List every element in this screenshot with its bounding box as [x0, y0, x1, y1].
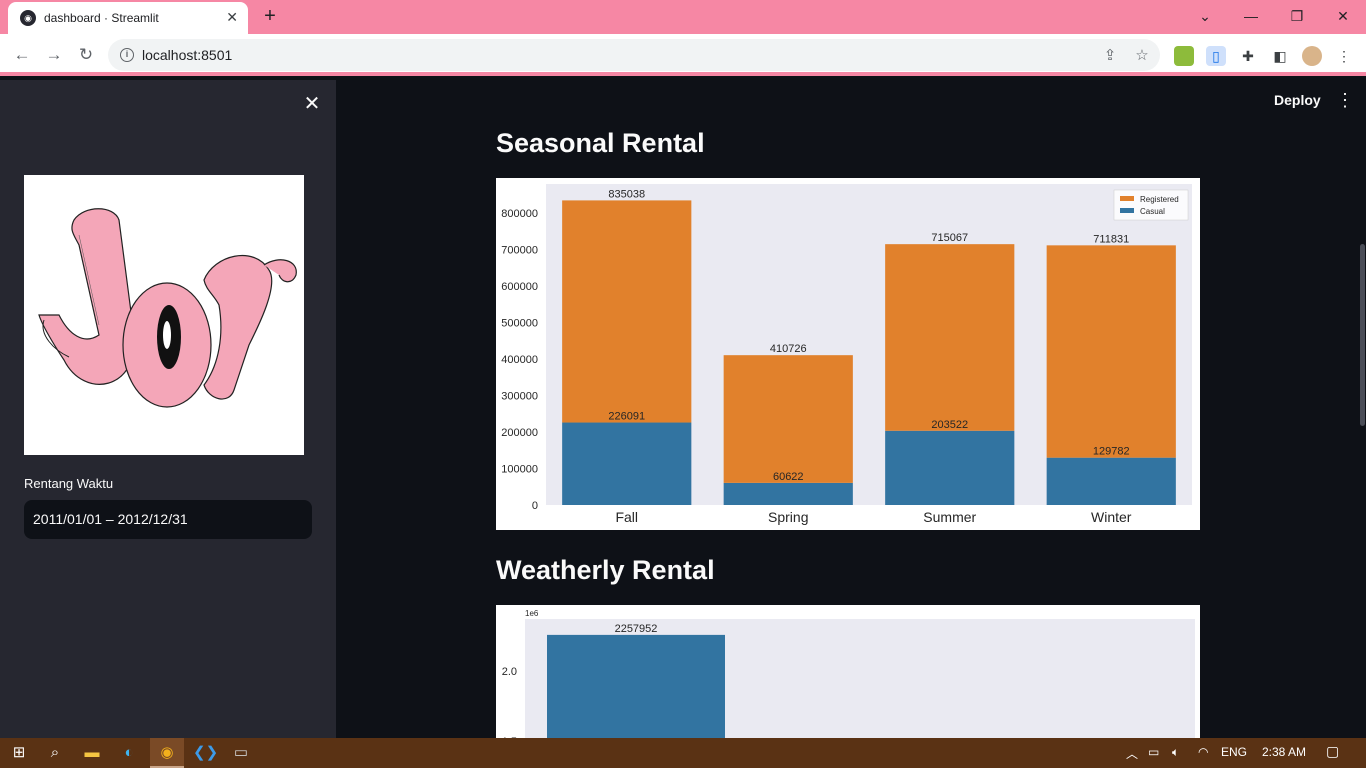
site-info-icon[interactable]: i — [120, 48, 134, 62]
casual-label-winter: 129782 — [1093, 446, 1130, 458]
tab-title: dashboard · Streamlit — [44, 11, 159, 25]
search-icon[interactable]: ⌕ — [44, 743, 66, 763]
y-tick-label-5: 500000 — [501, 318, 538, 330]
notifications-icon[interactable]: ▢ — [1326, 743, 1339, 760]
clock[interactable]: 2:38 AM — [1262, 745, 1306, 759]
weatherly-rental-chart: 1e62.01.52257952 — [496, 605, 1200, 738]
legend-label-registered: Registered — [1140, 195, 1179, 204]
edge-browser-icon[interactable]: ◐ — [118, 743, 140, 763]
language-indicator[interactable]: ENG — [1221, 745, 1247, 759]
seasonal-rental-chart: 0 100000 200000 300000 400000 500000 600000 700… — [496, 178, 1200, 530]
profile-avatar[interactable] — [1302, 46, 1322, 66]
y-tick-label-4: 400000 — [501, 354, 538, 366]
bar-registered-winter — [1046, 245, 1176, 458]
casual-label-fall: 226091 — [608, 411, 645, 423]
x-tick-label-spring: Spring — [768, 509, 808, 525]
main-content: Deploy ⋮ Seasonal Rental 0 100000 200000 30… — [336, 80, 1366, 738]
windows-start-icon[interactable]: ⊞ — [8, 743, 30, 763]
terminal-icon[interactable]: ▭ — [230, 743, 252, 763]
address-bar[interactable]: i localhost:8501 ⇪ ☆ — [108, 39, 1160, 71]
bar-registered-fall — [562, 200, 692, 423]
bar-value-label-weather-1: 2257952 — [615, 623, 658, 635]
extension-doc-icon[interactable]: ▯ — [1206, 46, 1226, 66]
y-tick-label-8: 800000 — [501, 208, 538, 220]
weatherly-chart-svg: 1e62.01.52257952 — [502, 609, 1195, 738]
browser-menu-icon[interactable]: ⋮ — [1334, 46, 1354, 66]
logo-image — [24, 175, 304, 455]
url-text: localhost:8501 — [142, 47, 233, 63]
offset-label: 1e6 — [525, 609, 539, 618]
sidebar: ✕ Rentang Waktu 2011/01/01 – 2012/12/31 — [0, 80, 336, 738]
new-tab-button[interactable]: + — [258, 4, 282, 28]
casual-label-spring: 60622 — [773, 471, 804, 483]
volume-icon[interactable]: 🔈︎ — [1172, 745, 1179, 760]
bar-registered-summer — [885, 244, 1015, 431]
y-tick-label-1: 100000 — [501, 464, 538, 476]
sidebar-close-icon[interactable]: ✕ — [300, 92, 324, 116]
y-tick-label-3: 300000 — [501, 391, 538, 403]
bar-casual-spring — [723, 482, 853, 505]
streamlit-favicon-icon: ◉ — [20, 10, 36, 26]
bar-weather-1 — [547, 634, 725, 738]
reload-icon[interactable]: ↻ — [74, 43, 98, 67]
extensions-puzzle-icon[interactable]: ✚ — [1238, 46, 1258, 66]
chrome-browser-icon[interactable]: ◉ — [156, 743, 178, 763]
bar-casual-fall — [562, 422, 692, 505]
legend-label-casual: Casual — [1140, 207, 1165, 216]
y-tick-label-2-0: 2.0 — [502, 666, 517, 678]
y-tick-label-6: 600000 — [501, 281, 538, 293]
total-label-spring: 410726 — [770, 343, 807, 355]
total-label-winter: 711831 — [1093, 233, 1129, 245]
bookmark-star-icon[interactable]: ☆ — [1132, 46, 1152, 66]
legend-swatch-registered — [1120, 196, 1134, 201]
file-explorer-icon[interactable]: ▬ — [81, 743, 103, 763]
side-panel-icon[interactable]: ◧ — [1270, 46, 1290, 66]
x-tick-label-fall: Fall — [615, 509, 638, 525]
battery-icon[interactable]: ▭ — [1148, 745, 1159, 759]
deploy-button[interactable]: Deploy — [1274, 92, 1321, 108]
browser-tab-strip: ◉ dashboard · Streamlit ✕ + ⌄ — ❐ ✕ — [0, 0, 1366, 34]
seasonal-chart-svg: 0 100000 200000 300000 400000 500000 600000 700… — [501, 184, 1192, 525]
legend-swatch-casual — [1120, 208, 1134, 213]
tab-search-button[interactable]: ⌄ — [1191, 3, 1219, 29]
extension-plant-icon[interactable] — [1174, 46, 1194, 66]
share-icon[interactable]: ⇪ — [1100, 46, 1120, 66]
tray-chevron-icon[interactable]: ︿ — [1126, 745, 1138, 762]
x-tick-label-winter: Winter — [1091, 509, 1132, 525]
restore-button[interactable]: ❐ — [1283, 3, 1311, 29]
bar-registered-spring — [723, 355, 853, 483]
minimize-button[interactable]: — — [1237, 3, 1265, 29]
main-menu-icon[interactable]: ⋮ — [1336, 90, 1354, 111]
vscode-icon[interactable]: ❮❯ — [193, 743, 218, 763]
main-scrollbar[interactable] — [1360, 244, 1365, 426]
casual-label-summer: 203522 — [931, 419, 968, 431]
bar-casual-summer — [885, 430, 1015, 505]
x-tick-label-summer: Summer — [923, 509, 976, 525]
back-arrow-icon[interactable]: ← — [10, 43, 34, 67]
seasonal-rental-heading: Seasonal Rental — [496, 128, 705, 158]
wifi-icon[interactable]: ◠ — [1198, 745, 1208, 759]
browser-tab[interactable]: ◉ dashboard · Streamlit ✕ — [8, 2, 248, 34]
date-range-label: Rentang Waktu — [24, 476, 114, 491]
taskbar: ⊞ ⌕ ▬ ◐ ◉ ❮❯ ▭ ︿ ▭ 🔈︎ ◠ ENG 2:38 AM ▢ — [0, 738, 1366, 768]
date-range-input[interactable]: 2011/01/01 – 2012/12/31 — [24, 500, 312, 539]
tab-close-icon[interactable]: ✕ — [226, 9, 238, 26]
total-label-fall: 835038 — [608, 188, 645, 200]
close-window-button[interactable]: ✕ — [1329, 3, 1357, 29]
y-tick-label-7: 700000 — [501, 245, 538, 257]
total-label-summer: 715067 — [931, 232, 968, 244]
forward-arrow-icon[interactable]: → — [42, 43, 66, 67]
bar-casual-winter — [1046, 457, 1176, 505]
browser-toolbar: ← → ↻ i localhost:8501 ⇪ ☆ ▯ ✚ ◧ ⋮ — [0, 34, 1366, 76]
y-tick-label-0: 0 — [532, 500, 538, 512]
y-tick-label-2: 200000 — [501, 427, 538, 439]
weatherly-rental-heading: Weatherly Rental — [496, 555, 715, 585]
